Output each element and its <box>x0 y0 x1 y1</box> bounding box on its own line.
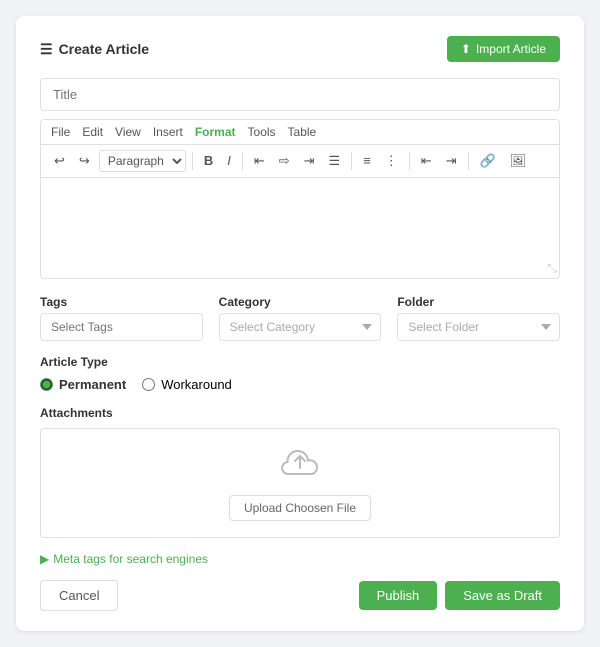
ordered-list-button[interactable]: ⋮ <box>380 150 403 172</box>
attachments-label: Attachments <box>40 406 560 420</box>
menu-file[interactable]: File <box>51 125 70 139</box>
meta-tags-link[interactable]: ▶ Meta tags for search engines <box>40 552 560 566</box>
unordered-list-button[interactable]: ≡ <box>358 150 376 172</box>
editor-toolbar: ↩ ↪ Paragraph Heading 1 Heading 2 B I ⇤ … <box>41 145 559 178</box>
redo-button[interactable]: ↪ <box>74 150 95 172</box>
tags-label: Tags <box>40 295 203 309</box>
italic-button[interactable]: I <box>222 150 236 172</box>
menu-tools[interactable]: Tools <box>248 125 276 139</box>
chevron-right-icon: ▶ <box>40 552 49 566</box>
editor-body[interactable]: ⤡ <box>41 178 559 278</box>
menu-insert[interactable]: Insert <box>153 125 183 139</box>
align-center-button[interactable]: ⇨ <box>274 150 295 172</box>
indent-button[interactable]: ⇥ <box>441 150 462 172</box>
link-button[interactable]: 🔗 <box>475 150 501 172</box>
title-input[interactable] <box>40 78 560 111</box>
publish-button[interactable]: Publish <box>359 581 438 610</box>
import-article-button[interactable]: ⬆ Import Article <box>447 36 560 62</box>
save-draft-button[interactable]: Save as Draft <box>445 581 560 610</box>
attachments-section: Attachments Upload Choosen File <box>40 406 560 538</box>
type-permanent-radio[interactable] <box>40 378 53 391</box>
article-type-options: Permanent Workaround <box>40 377 560 392</box>
article-type-section: Article Type Permanent Workaround <box>40 355 560 392</box>
image-button[interactable]: 🖼 <box>505 150 532 172</box>
folder-label: Folder <box>397 295 560 309</box>
menu-table[interactable]: Table <box>288 125 317 139</box>
toolbar-divider-5 <box>468 152 469 170</box>
cancel-button[interactable]: Cancel <box>40 580 118 611</box>
resize-handle: ⤡ <box>547 261 557 276</box>
type-workaround-radio[interactable] <box>142 378 155 391</box>
type-workaround[interactable]: Workaround <box>142 377 232 392</box>
type-permanent[interactable]: Permanent <box>40 377 126 392</box>
toolbar-divider-4 <box>409 152 410 170</box>
menu-edit[interactable]: Edit <box>82 125 103 139</box>
folder-group: Folder Select Folder <box>397 295 560 341</box>
folder-select[interactable]: Select Folder <box>397 313 560 341</box>
editor-menubar: File Edit View Insert Format Tools Table <box>41 120 559 145</box>
import-icon: ⬆ <box>461 42 471 56</box>
type-workaround-label: Workaround <box>161 377 232 392</box>
list-icon: ☰ <box>40 41 53 58</box>
type-permanent-label: Permanent <box>59 377 126 392</box>
attachments-dropzone[interactable]: Upload Choosen File <box>40 428 560 538</box>
tags-input[interactable] <box>40 313 203 341</box>
category-group: Category Select Category <box>219 295 382 341</box>
menu-view[interactable]: View <box>115 125 141 139</box>
category-select[interactable]: Select Category <box>219 313 382 341</box>
toolbar-divider-2 <box>242 152 243 170</box>
footer-right-buttons: Publish Save as Draft <box>359 581 560 610</box>
footer-actions: Cancel Publish Save as Draft <box>40 580 560 611</box>
card-header: ☰ Create Article ⬆ Import Article <box>40 36 560 62</box>
tags-group: Tags <box>40 295 203 341</box>
outdent-button[interactable]: ⇤ <box>416 150 437 172</box>
justify-button[interactable]: ☰ <box>324 150 346 172</box>
align-left-button[interactable]: ⇤ <box>249 150 270 172</box>
undo-button[interactable]: ↩ <box>49 150 70 172</box>
align-right-button[interactable]: ⇥ <box>299 150 320 172</box>
create-article-card: ☰ Create Article ⬆ Import Article File E… <box>16 16 584 631</box>
paragraph-select[interactable]: Paragraph Heading 1 Heading 2 <box>99 150 186 172</box>
category-label: Category <box>219 295 382 309</box>
rich-text-editor: File Edit View Insert Format Tools Table… <box>40 119 560 279</box>
toolbar-divider-1 <box>192 152 193 170</box>
metadata-fields: Tags Category Select Category Folder Sel… <box>40 295 560 341</box>
page-title: ☰ Create Article <box>40 41 149 58</box>
bold-button[interactable]: B <box>199 150 218 172</box>
upload-button[interactable]: Upload Choosen File <box>229 495 371 521</box>
article-type-label: Article Type <box>40 355 560 369</box>
upload-cloud-icon <box>280 446 320 487</box>
toolbar-divider-3 <box>351 152 352 170</box>
menu-format[interactable]: Format <box>195 125 236 139</box>
